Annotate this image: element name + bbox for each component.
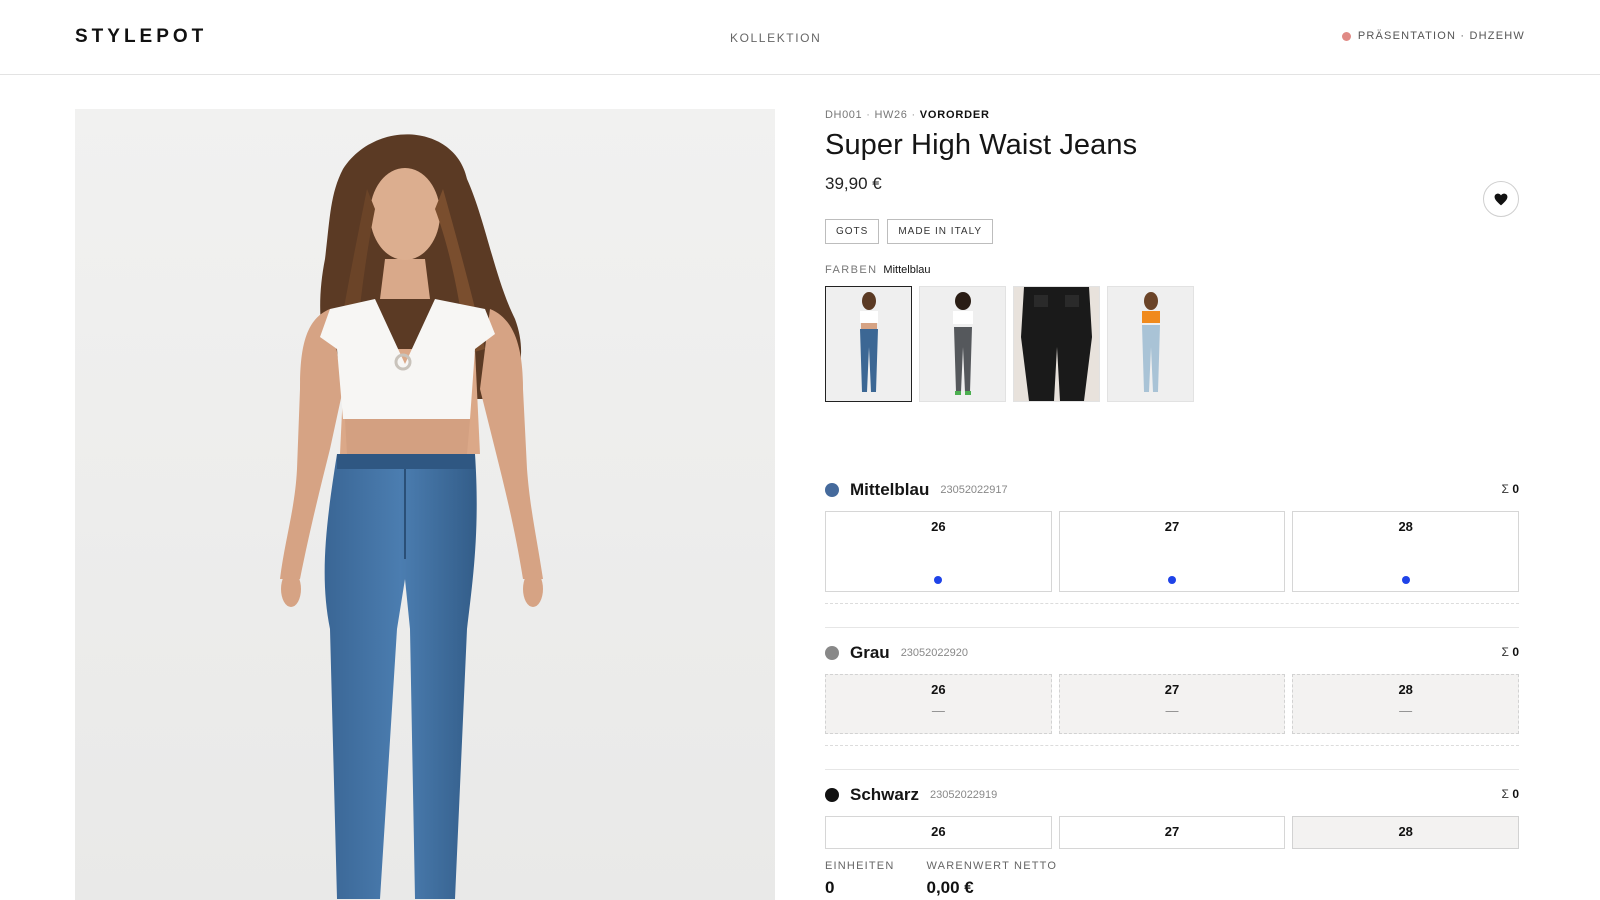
variant-ean: 23052022917 bbox=[940, 484, 1008, 496]
color-thumb-mittelblau[interactable] bbox=[825, 286, 912, 402]
size-cell-26-unavailable: 26— bbox=[825, 674, 1052, 734]
sku-line: DH001 · HW26 · VORORDER bbox=[825, 109, 990, 121]
tag-made-in-italy: MADE IN ITALY bbox=[887, 219, 994, 244]
tag-gots: GOTS bbox=[825, 219, 880, 244]
divider bbox=[825, 627, 1519, 628]
size-cell-28-unavailable: 28 bbox=[1292, 816, 1520, 849]
variant-grau: Grau 23052022920 Σ 0 26— 27— 28— bbox=[825, 641, 1520, 734]
variant-sum: Σ 0 bbox=[1501, 482, 1519, 496]
availability-dot-icon bbox=[1168, 576, 1176, 584]
color-thumbnails bbox=[825, 286, 1519, 402]
variant-name: Schwarz bbox=[850, 785, 919, 804]
product-title: Super High Waist Jeans bbox=[825, 129, 1138, 161]
net-value-total: WARENWERT NETTO 0,00 € bbox=[926, 860, 1058, 897]
nav-kollektion[interactable]: KOLLEKTION bbox=[730, 31, 821, 45]
variant-header: Mittelblau 23052022917 Σ 0 bbox=[825, 478, 1519, 502]
variant-header: Schwarz 23052022919 Σ 0 bbox=[825, 783, 1519, 807]
divider bbox=[825, 603, 1519, 604]
color-thumb-schwarz[interactable] bbox=[1013, 286, 1100, 402]
size-cell-26[interactable]: 26 bbox=[825, 511, 1052, 592]
size-cell-28[interactable]: 28 bbox=[1292, 511, 1520, 592]
availability-dot-icon bbox=[1401, 576, 1410, 584]
size-grid: 26— 27— 28— bbox=[825, 674, 1520, 734]
color-thumb-grau[interactable] bbox=[919, 286, 1006, 402]
variant-name: Mittelblau bbox=[850, 480, 930, 499]
product-hero-image bbox=[75, 109, 775, 900]
size-grid: 26 27 28 bbox=[825, 816, 1520, 849]
variant-sum: Σ 0 bbox=[1501, 787, 1519, 801]
logo[interactable]: STYLEPOT bbox=[75, 26, 207, 48]
size-cell-27-unavailable: 27— bbox=[1058, 674, 1286, 734]
session-label: PRÄSENTATION · DHZEHW bbox=[1357, 30, 1525, 42]
variant-ean: 23052022919 bbox=[929, 789, 998, 801]
net-value: 0,00 € bbox=[926, 878, 974, 897]
size-cell-27[interactable]: 27 bbox=[1058, 816, 1286, 849]
variant-ean: 23052022920 bbox=[900, 647, 968, 659]
color-thumb-hellblau[interactable] bbox=[1107, 286, 1194, 402]
size-cell-28-unavailable: 28— bbox=[1292, 674, 1520, 734]
top-bar: STYLEPOT KOLLEKTION PRÄSENTATION · DHZEH… bbox=[0, 0, 1600, 75]
color-swatch-icon bbox=[825, 788, 839, 802]
units-total: EINHEITEN 0 bbox=[825, 860, 895, 897]
divider bbox=[825, 745, 1519, 746]
color-swatch-icon bbox=[825, 483, 839, 497]
availability-dot-icon bbox=[934, 576, 943, 584]
order-totals: EINHEITEN 0 WARENWERT NETTO 0,00 € bbox=[825, 860, 1057, 898]
variant-schwarz: Schwarz 23052022919 Σ 0 26 27 28 bbox=[825, 783, 1520, 849]
variant-sum: Σ 0 bbox=[1501, 645, 1519, 659]
variant-mittelblau: Mittelblau 23052022917 Σ 0 26 27 28 bbox=[825, 478, 1520, 592]
units-value: 0 bbox=[825, 878, 835, 897]
heart-icon bbox=[1494, 193, 1508, 205]
colors-label: FARBEN Mittelblau bbox=[825, 264, 931, 276]
size-cell-26[interactable]: 26 bbox=[825, 816, 1052, 849]
session-indicator: PRÄSENTATION · DHZEHW bbox=[1341, 30, 1525, 42]
model-illustration bbox=[75, 109, 775, 900]
favorite-button[interactable] bbox=[1483, 181, 1519, 217]
selected-color-name: Mittelblau bbox=[883, 264, 931, 276]
size-grid: 26 27 28 bbox=[825, 511, 1520, 592]
size-cell-27[interactable]: 27 bbox=[1058, 511, 1286, 592]
color-swatch-icon bbox=[825, 646, 839, 660]
sku: DH001 bbox=[825, 109, 863, 121]
product-info-panel: DH001 · HW26 · VORORDER Super High Waist Jea… bbox=[825, 109, 1519, 402]
status-dot-icon bbox=[1341, 31, 1351, 41]
divider bbox=[825, 769, 1519, 770]
variant-header: Grau 23052022920 Σ 0 bbox=[825, 641, 1519, 665]
order-status: VORORDER bbox=[919, 109, 990, 121]
season: HW26 bbox=[874, 109, 908, 121]
variant-name: Grau bbox=[850, 643, 890, 662]
certification-tags: GOTS MADE IN ITALY bbox=[825, 219, 1519, 244]
product-price: 39,90 € bbox=[825, 174, 882, 193]
